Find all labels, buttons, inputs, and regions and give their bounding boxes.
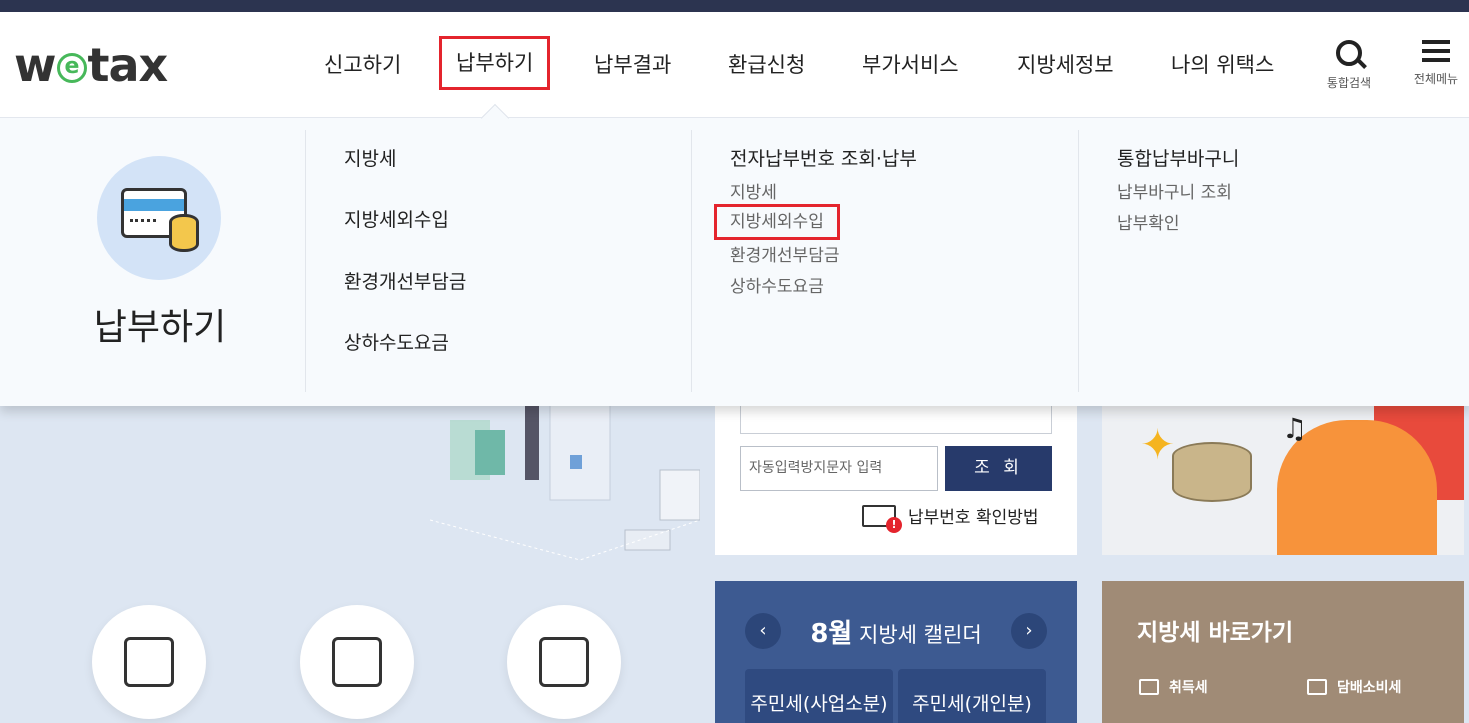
coin-icon <box>169 214 199 252</box>
mega-menu-title: 납부하기 <box>93 307 227 348</box>
captcha-input[interactable]: 자동입력방지문자 입력 <box>740 446 938 491</box>
menu-water-fee[interactable]: 상하수도요금 <box>344 328 449 355</box>
logo-w: w <box>14 38 56 92</box>
nav-payment-result[interactable]: 납부결과 <box>594 50 671 80</box>
shortcut-acquisition-tax[interactable]: 취득세 <box>1139 677 1208 697</box>
nav-extra-services[interactable]: 부가서비스 <box>862 50 959 80</box>
column-divider <box>691 130 692 392</box>
column-divider <box>305 130 306 392</box>
search-icon <box>1336 40 1362 66</box>
mega-menu-payment: 납부하기 지방세 지방세외수입 환경개선부담금 상하수도요금 전자납부번호 조회… <box>0 118 1469 406</box>
nav-report[interactable]: 신고하기 <box>324 50 401 80</box>
won-ticket-icon <box>539 637 589 687</box>
submenu-water-fee[interactable]: 상하수도요금 <box>730 272 824 297</box>
howto-label: 납부번호 확인방법 <box>908 508 1039 528</box>
calendar-tab-business[interactable]: 주민세(사업소분) <box>745 669 893 723</box>
nav-my-wetax[interactable]: 나의 위택스 <box>1171 50 1274 80</box>
menu-local-tax[interactable]: 지방세 <box>344 144 396 171</box>
shortcut-label: 취득세 <box>1169 680 1208 696</box>
menu-epay-number-lookup[interactable]: 전자납부번호 조회·납부 <box>730 144 917 171</box>
tax-shortcut-panel: 지방세 바로가기 취득세 담배소비세 <box>1102 581 1464 723</box>
hamburger-menu-icon <box>1422 40 1450 62</box>
receipt-warning-icon <box>862 504 902 533</box>
mobile-payment-icon <box>124 637 174 687</box>
calendar-tab-personal[interactable]: 주민세(개인분) <box>898 669 1046 723</box>
submenu-non-tax-revenue[interactable]: 지방세외수입 <box>714 204 840 240</box>
shortcut-label: 담배소비세 <box>1337 680 1402 696</box>
quick-menu-tax-voucher[interactable] <box>507 605 621 719</box>
submenu-basket-lookup[interactable]: 납부바구니 조회 <box>1117 178 1232 203</box>
quick-menu-documents[interactable] <box>300 605 414 719</box>
logo-rest: tax <box>87 38 169 92</box>
calendar-month: 8월 <box>810 619 853 649</box>
music-note-icon: ♫ <box>1282 412 1308 445</box>
payment-illustration <box>97 156 221 280</box>
coin-stack-image <box>1172 442 1252 502</box>
lookup-button[interactable]: 조 회 <box>945 446 1052 491</box>
logo-e: e <box>56 53 87 83</box>
wetax-logo[interactable]: w e tax <box>14 38 169 92</box>
monitor-folder-icon <box>332 637 382 687</box>
submenu-environment-charge[interactable]: 환경개선부담금 <box>730 241 839 266</box>
menu-label: 전체메뉴 <box>1413 72 1459 86</box>
quick-menu-mobile-payment[interactable] <box>92 605 206 719</box>
menu-payment-basket[interactable]: 통합납부바구니 <box>1117 144 1239 171</box>
sparkle-icon: ✦ <box>1140 420 1176 469</box>
submenu-local-tax[interactable]: 지방세 <box>730 178 777 203</box>
calendar-next-button[interactable]: › <box>1011 613 1047 649</box>
tobacco-icon <box>1307 679 1327 695</box>
promo-banner[interactable]: ✦ ♫ <box>1102 400 1464 555</box>
calendar-title-text: 지방세 캘린더 <box>859 623 982 647</box>
shortcut-tobacco-tax[interactable]: 담배소비세 <box>1307 677 1401 697</box>
nav-refund[interactable]: 환급신청 <box>728 50 805 80</box>
city-illustration <box>429 399 701 570</box>
all-menu-button[interactable]: 전체메뉴 <box>1406 40 1466 87</box>
integrated-search-button[interactable]: 통합검색 <box>1319 40 1379 91</box>
search-label: 통합검색 <box>1326 76 1372 90</box>
briefcase-icon <box>1139 679 1159 695</box>
submenu-payment-confirm[interactable]: 납부확인 <box>1117 209 1180 234</box>
shortcut-title: 지방세 바로가기 <box>1137 620 1294 646</box>
howto-link[interactable]: 납부번호 확인방법 <box>862 503 1039 533</box>
top-strip <box>0 0 1469 12</box>
nav-local-tax-info[interactable]: 지방세정보 <box>1017 50 1114 80</box>
menu-non-tax-revenue[interactable]: 지방세외수입 <box>344 205 449 232</box>
column-divider <box>1078 130 1079 392</box>
menu-environment-charge[interactable]: 환경개선부담금 <box>344 267 466 294</box>
tax-calendar: ‹ 8월 지방세 캘린더 › 주민세(사업소분) 주민세(개인분) <box>715 581 1077 723</box>
nav-payment[interactable]: 납부하기 <box>439 36 551 90</box>
